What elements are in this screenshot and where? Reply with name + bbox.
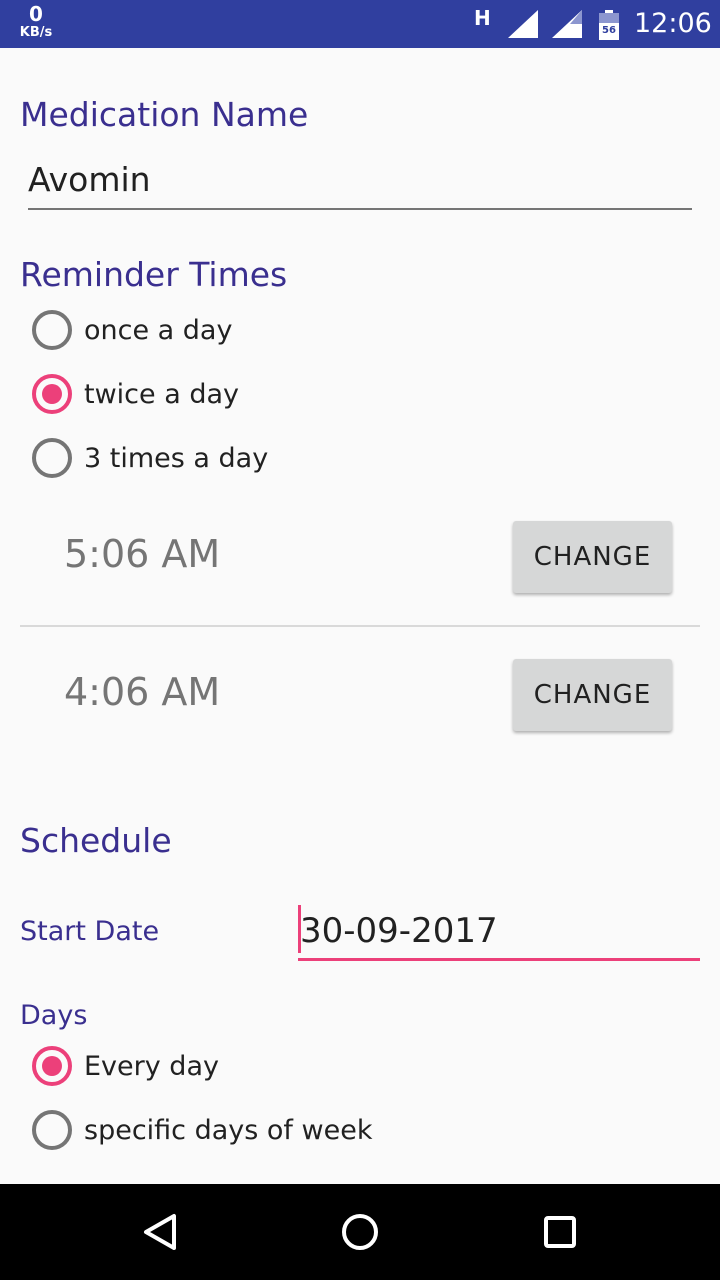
signal-icon: [552, 10, 582, 38]
radio-button[interactable]: [32, 438, 72, 478]
divider: [20, 625, 700, 627]
network-speed-value: 0: [29, 2, 43, 26]
network-speed-unit: KB/s: [19, 25, 53, 40]
radio-specific-days[interactable]: specific days of week: [32, 1110, 372, 1150]
change-time-2-button[interactable]: CHANGE: [513, 659, 672, 731]
change-time-1-button[interactable]: CHANGE: [513, 521, 672, 593]
start-date-label: Start Date: [20, 916, 160, 947]
radio-once-a-day[interactable]: once a day: [32, 310, 232, 350]
signal-icon: [508, 10, 538, 38]
schedule-title: Schedule: [20, 821, 172, 860]
radio-label: twice a day: [84, 378, 239, 410]
reminder-times-title: Reminder Times: [20, 255, 288, 294]
network-type-label: H: [474, 6, 491, 30]
medication-name-input[interactable]: Avomin: [28, 160, 692, 210]
recent-apps-icon[interactable]: [540, 1212, 580, 1252]
radio-button-checked[interactable]: [32, 374, 72, 414]
radio-twice-a-day[interactable]: twice a day: [32, 374, 239, 414]
radio-label: once a day: [84, 314, 233, 346]
home-icon[interactable]: [340, 1212, 380, 1252]
battery-icon: 56: [599, 10, 619, 40]
start-date-input[interactable]: 30-09-2017: [298, 905, 700, 961]
reminder-time-1: 5:06 AM: [64, 532, 221, 576]
network-speed-indicator: 0 KB/s: [14, 4, 58, 39]
days-label: Days: [20, 1000, 88, 1031]
radio-label: Every day: [84, 1050, 219, 1082]
radio-three-times-a-day[interactable]: 3 times a day: [32, 438, 268, 478]
battery-level: 56: [602, 25, 616, 36]
radio-button[interactable]: [32, 310, 72, 350]
radio-every-day[interactable]: Every day: [32, 1046, 219, 1086]
navigation-bar: [0, 1184, 720, 1280]
radio-button-checked[interactable]: [32, 1046, 72, 1086]
radio-label: specific days of week: [84, 1114, 373, 1146]
radio-button[interactable]: [32, 1110, 72, 1150]
status-bar: 0 KB/s H 56 12:06: [0, 0, 720, 48]
medication-name-title: Medication Name: [20, 95, 309, 134]
status-clock: 12:06: [634, 8, 712, 39]
reminder-time-2: 4:06 AM: [64, 670, 221, 714]
start-date-value: 30-09-2017: [300, 911, 498, 951]
back-icon[interactable]: [140, 1212, 180, 1252]
radio-label: 3 times a day: [84, 442, 269, 474]
